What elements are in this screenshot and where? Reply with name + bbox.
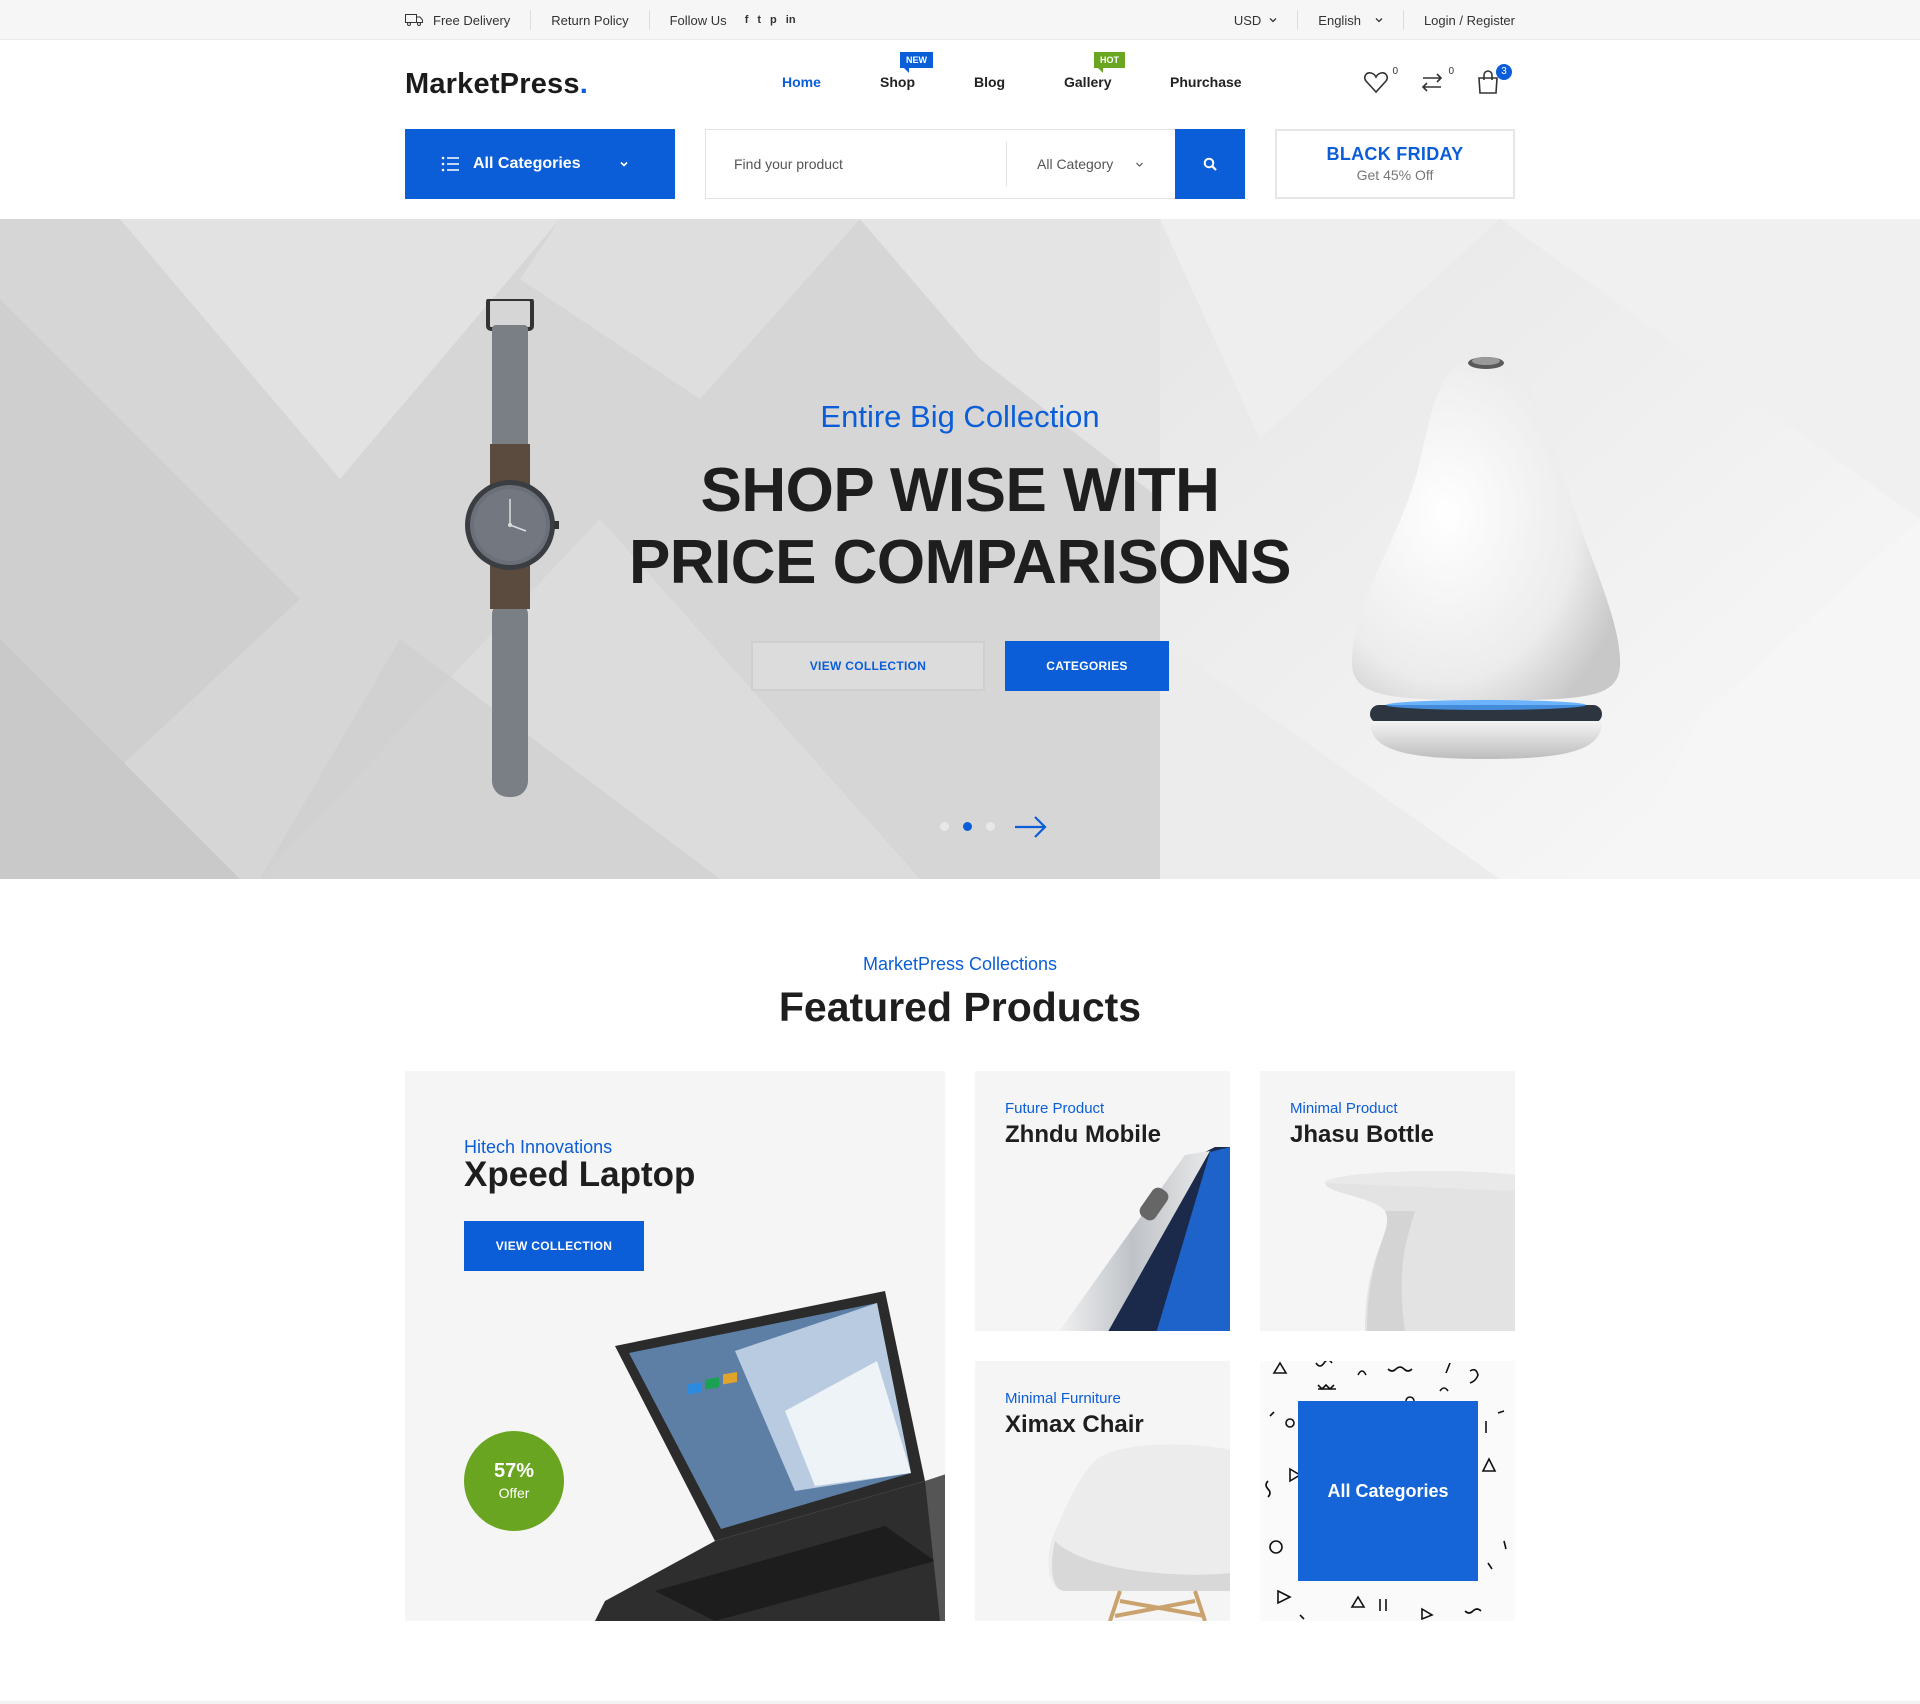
twitter-icon[interactable]: t (757, 14, 761, 26)
cart-count: 3 (1496, 64, 1512, 80)
chair-image (1048, 1444, 1230, 1621)
search-icon (1203, 157, 1217, 171)
currency-dropdown[interactable]: USD (1214, 10, 1299, 30)
logo[interactable]: MarketPress. (405, 68, 588, 101)
view-collection-button[interactable]: VIEW COLLECTION (464, 1221, 644, 1271)
nav-shop-label: Shop (880, 74, 915, 90)
chevron-down-icon (620, 161, 628, 167)
linkedin-icon[interactable]: in (786, 14, 796, 26)
search-button[interactable] (1175, 129, 1245, 199)
social-links: f t p in (745, 14, 796, 26)
login-register-link[interactable]: Login / Register (1404, 10, 1515, 30)
compare-button[interactable]: 0 (1418, 66, 1454, 96)
hero-title-line1: SHOP WISE WITH (700, 456, 1220, 525)
hot-badge: HOT (1094, 52, 1125, 73)
bottle-image (1325, 1171, 1515, 1331)
slider-dot[interactable] (986, 822, 995, 831)
slider-dots (940, 822, 995, 831)
category-select-label: All Category (1037, 156, 1114, 172)
nav-gallery-label: Gallery (1064, 74, 1112, 90)
all-categories-card[interactable]: All Categories (1260, 1361, 1515, 1621)
product-name: Xpeed Laptop (464, 1155, 696, 1194)
pinterest-icon[interactable]: p (770, 14, 777, 26)
compare-count: 0 (1448, 66, 1454, 77)
promo-subtitle: Get 45% Off (1356, 167, 1434, 183)
login-label: Login / Register (1423, 12, 1515, 28)
slider-dot[interactable] (940, 822, 949, 831)
hero-subtitle: Entire Big Collection (820, 399, 1100, 434)
featured-subtitle: MarketPress Collections (862, 954, 1058, 974)
follow-us: Follow Us f t p in (650, 10, 816, 30)
search-bar: Find your product All Category (705, 129, 1245, 199)
product-card-chair[interactable]: Minimal Furniture Ximax Chair (975, 1361, 1230, 1621)
all-categories-label: All Categories (473, 155, 581, 172)
nav-blog[interactable]: Blog (974, 74, 1005, 90)
heart-icon (1364, 72, 1388, 94)
currency-label: USD (1233, 12, 1262, 28)
hero-title-line2: PRICE COMPARISONS (628, 528, 1292, 597)
laptop-image (595, 1291, 945, 1621)
product-name: Ximax Chair (1005, 1411, 1144, 1438)
cart-button[interactable]: 3 (1474, 64, 1512, 96)
all-categories-button[interactable]: All Categories (405, 129, 675, 199)
facebook-icon[interactable]: f (745, 14, 749, 26)
nav-purchase[interactable]: Phurchase (1170, 74, 1242, 90)
product-category: Minimal Furniture (1005, 1390, 1121, 1407)
compare-icon (1421, 73, 1443, 92)
nav-home[interactable]: Home (782, 74, 821, 90)
hero-slider: Entire Big Collection SHOP WISE WITH PRI… (0, 219, 1920, 879)
category-select[interactable]: All Category (1006, 142, 1174, 186)
header-icons: 0 0 3 (1362, 64, 1512, 96)
product-category: Future Product (1005, 1100, 1105, 1117)
phone-image (1059, 1147, 1230, 1331)
free-delivery-label: Free Delivery (433, 12, 511, 28)
logo-dot: . (579, 68, 588, 100)
black-friday-promo[interactable]: BLACK FRIDAY Get 45% Off (1275, 129, 1515, 199)
new-badge: NEW (900, 52, 933, 73)
promo-title: BLACK FRIDAY (1326, 144, 1464, 164)
chevron-down-icon (1375, 18, 1383, 23)
product-category: Minimal Product (1290, 1100, 1398, 1117)
follow-us-label: Follow Us (669, 12, 727, 28)
categories-button[interactable]: CATEGORIES (1005, 641, 1169, 691)
product-name: Jhasu Bottle (1290, 1121, 1435, 1148)
product-name: Zhndu Mobile (1005, 1121, 1161, 1148)
truck-icon (405, 14, 423, 26)
wishlist-button[interactable]: 0 (1362, 66, 1398, 96)
language-label: English (1318, 12, 1361, 28)
list-icon (441, 156, 459, 172)
offer-percent: 57% (493, 1460, 535, 1482)
arrow-right-icon[interactable] (1013, 813, 1049, 841)
search-input[interactable]: Find your product (706, 156, 1006, 172)
language-dropdown[interactable]: English (1298, 10, 1404, 30)
slider-dot-active[interactable] (963, 822, 972, 831)
free-delivery[interactable]: Free Delivery (405, 10, 532, 30)
nav-shop[interactable]: NEW Shop (880, 52, 933, 90)
logo-text: MarketPress (405, 68, 580, 100)
hero-title: SHOP WISE WITH PRICE COMPARISONS (0, 455, 1920, 599)
featured-title: Featured Products (778, 984, 1142, 1030)
product-card-laptop[interactable]: Hitech Innovations Xpeed Laptop VIEW COL… (405, 1071, 945, 1621)
return-policy-label: Return Policy (551, 12, 629, 28)
wishlist-count: 0 (1392, 66, 1398, 77)
chevron-down-icon (1136, 162, 1144, 167)
product-card-bottle[interactable]: Minimal Product Jhasu Bottle (1260, 1071, 1515, 1331)
main-nav: Home NEW Shop Blog HOT Gallery Phurchase (770, 52, 1270, 94)
offer-badge: 57% Offer (464, 1431, 564, 1531)
return-policy-link[interactable]: Return Policy (531, 10, 650, 30)
top-bar: Free Delivery Return Policy Follow Us f … (0, 0, 1920, 40)
chevron-down-icon (1269, 18, 1277, 23)
product-card-mobile[interactable]: Future Product Zhndu Mobile (975, 1071, 1230, 1331)
offer-label: Offer (498, 1485, 530, 1501)
view-collection-button[interactable]: VIEW COLLECTION (751, 641, 985, 691)
nav-gallery[interactable]: HOT Gallery (1064, 52, 1125, 90)
all-categories-label: All Categories (1298, 1401, 1478, 1581)
